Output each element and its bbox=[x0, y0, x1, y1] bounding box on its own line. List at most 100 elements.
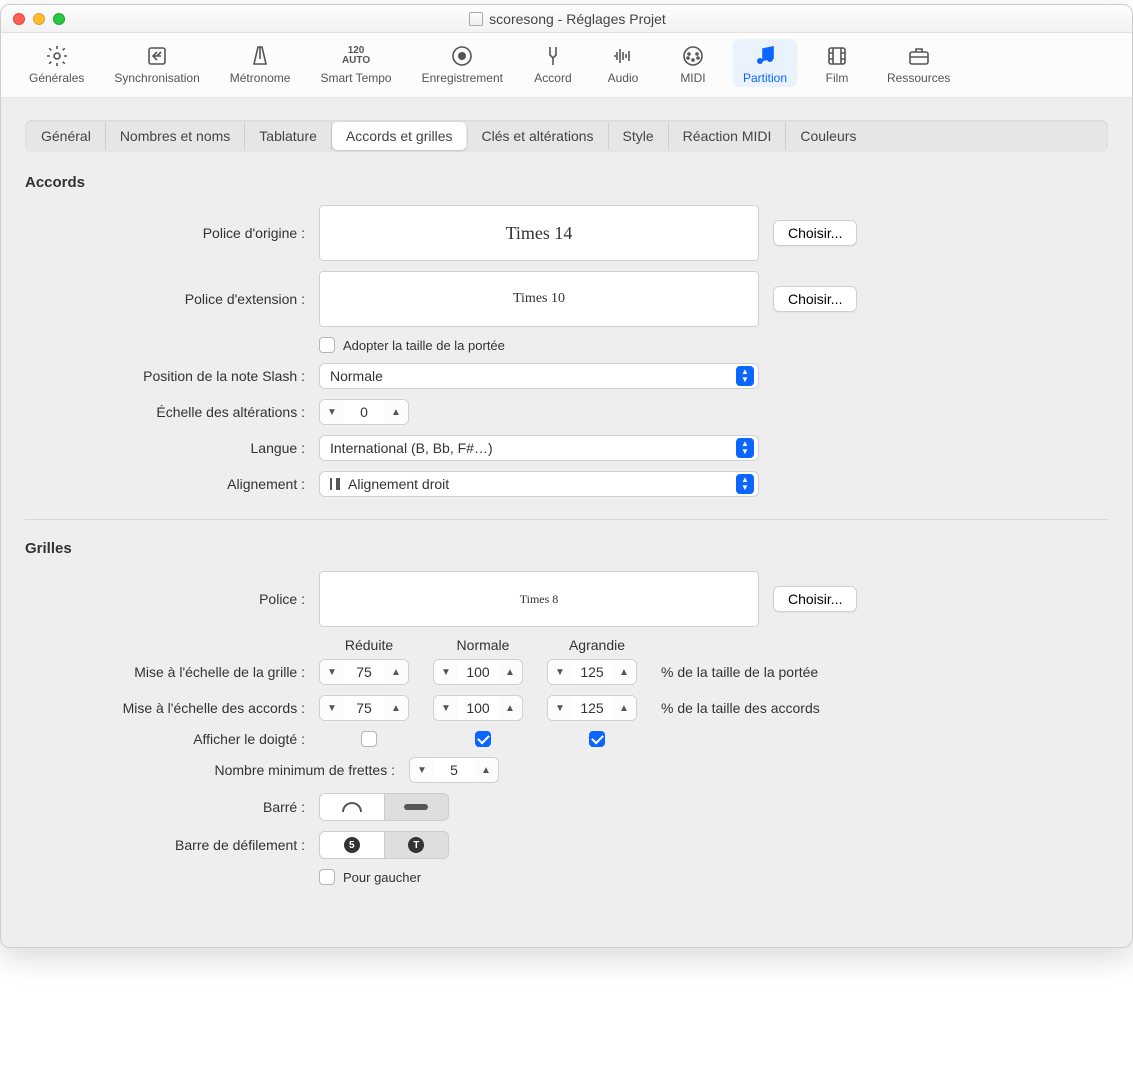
chord-scale-enlarged-stepper[interactable]: ▼125▲ bbox=[547, 695, 637, 721]
toolbar-midi[interactable]: MIDI bbox=[663, 39, 723, 87]
subtab-tablature[interactable]: Tablature bbox=[245, 122, 332, 150]
chord-scale-reduced-stepper[interactable]: ▼75▲ bbox=[319, 695, 409, 721]
thick-bar-icon bbox=[404, 804, 428, 810]
barre-thick-option[interactable] bbox=[384, 794, 449, 820]
grid-font-preview: Times 8 bbox=[319, 571, 759, 627]
fingering-normal-checkbox[interactable] bbox=[475, 731, 491, 747]
label-alteration-scale: Échelle des altérations : bbox=[25, 404, 305, 420]
min-frets-stepper[interactable]: ▼5▲ bbox=[409, 757, 499, 783]
stepper-down-icon[interactable]: ▼ bbox=[320, 400, 344, 424]
section-accords: Accords Police d'origine : Times 14 Choi… bbox=[25, 174, 1108, 497]
align-right-icon bbox=[330, 478, 340, 490]
label-language: Langue : bbox=[25, 440, 305, 456]
toolbar-audio[interactable]: Audio bbox=[593, 39, 653, 87]
lefthanded-label: Pour gaucher bbox=[343, 870, 421, 885]
scrollbar-style-segment[interactable]: 5 T bbox=[319, 831, 449, 859]
section-title-grilles: Grilles bbox=[25, 540, 1108, 557]
col-header-normal: Normale bbox=[433, 637, 533, 653]
label-chord-scale: Mise à l'échelle des accords : bbox=[25, 700, 305, 716]
divider bbox=[25, 519, 1108, 520]
circle-number-icon: 5 bbox=[344, 837, 360, 853]
subtab-style[interactable]: Style bbox=[609, 122, 669, 150]
extension-font-preview: Times 10 bbox=[319, 271, 759, 327]
lefthanded-checkbox[interactable] bbox=[319, 869, 335, 885]
stepper-up-icon[interactable]: ▲ bbox=[384, 400, 408, 424]
circle-thumb-icon: T bbox=[408, 837, 424, 853]
fingering-reduced-checkbox[interactable] bbox=[361, 731, 377, 747]
scrollbar-numeric-option[interactable]: 5 bbox=[320, 832, 384, 858]
grid-scale-enlarged-stepper[interactable]: ▼125▲ bbox=[547, 659, 637, 685]
adopt-staff-size-checkbox[interactable] bbox=[319, 337, 335, 353]
subtab-numbers-names[interactable]: Nombres et noms bbox=[106, 122, 245, 150]
chord-scale-normal-stepper[interactable]: ▼100▲ bbox=[433, 695, 523, 721]
zoom-icon[interactable] bbox=[53, 13, 65, 25]
select-arrows-icon: ▲▼ bbox=[736, 366, 754, 386]
col-header-enlarged: Agrandie bbox=[547, 637, 647, 653]
subtab-midi-reaction[interactable]: Réaction MIDI bbox=[669, 122, 787, 150]
close-icon[interactable] bbox=[13, 13, 25, 25]
window-title: scoresong - Réglages Projet bbox=[65, 11, 1070, 27]
label-min-frets: Nombre minimum de frettes : bbox=[25, 762, 395, 778]
project-settings-window: scoresong - Réglages Projet Générales Sy… bbox=[0, 4, 1133, 948]
toolbar-assets[interactable]: Ressources bbox=[877, 39, 960, 87]
chord-scale-suffix: % de la taille des accords bbox=[661, 700, 1108, 716]
titlebar: scoresong - Réglages Projet bbox=[1, 5, 1132, 33]
tempo-icon: 120 AUTO bbox=[343, 43, 369, 69]
subtab-clefs-accidentals[interactable]: Clés et altérations bbox=[467, 122, 608, 150]
label-grid-font: Police : bbox=[25, 591, 305, 607]
col-header-reduced: Réduite bbox=[319, 637, 419, 653]
choose-origin-font-button[interactable]: Choisir... bbox=[773, 220, 857, 246]
subtabs: Général Nombres et noms Tablature Accord… bbox=[25, 120, 1108, 152]
film-icon bbox=[824, 43, 850, 69]
adopt-staff-size-label: Adopter la taille de la portée bbox=[343, 338, 505, 353]
tuning-fork-icon bbox=[540, 43, 566, 69]
label-show-fingering: Afficher le doigté : bbox=[25, 731, 305, 747]
label-origin-font: Police d'origine : bbox=[25, 225, 305, 241]
toolbar-sync[interactable]: Synchronisation bbox=[104, 39, 209, 87]
minimize-icon[interactable] bbox=[33, 13, 45, 25]
midi-icon bbox=[680, 43, 706, 69]
alignment-select[interactable]: Alignement droit ▲▼ bbox=[319, 471, 759, 497]
label-alignment: Alignement : bbox=[25, 476, 305, 492]
sync-icon bbox=[144, 43, 170, 69]
record-icon bbox=[449, 43, 475, 69]
alteration-scale-stepper[interactable]: ▼ 0 ▲ bbox=[319, 399, 409, 425]
label-barre: Barré : bbox=[25, 799, 305, 815]
toolbar-film[interactable]: Film bbox=[807, 39, 867, 87]
grid-scale-reduced-stepper[interactable]: ▼75▲ bbox=[319, 659, 409, 685]
barre-style-segment[interactable] bbox=[319, 793, 449, 821]
toolbar-tuning[interactable]: Accord bbox=[523, 39, 583, 87]
toolbar-recording[interactable]: Enregistrement bbox=[412, 39, 513, 87]
choose-grid-font-button[interactable]: Choisir... bbox=[773, 586, 857, 612]
toolbar-smarttempo[interactable]: 120 AUTO Smart Tempo bbox=[310, 39, 401, 87]
main-toolbar: Générales Synchronisation Métronome 120 … bbox=[1, 33, 1132, 98]
metronome-icon bbox=[247, 43, 273, 69]
grid-scale-normal-stepper[interactable]: ▼100▲ bbox=[433, 659, 523, 685]
subtab-general[interactable]: Général bbox=[27, 122, 106, 150]
scrollbar-thumb-option[interactable]: T bbox=[384, 832, 449, 858]
section-grilles: Grilles Police : Times 8 Choisir... Rédu… bbox=[25, 540, 1108, 885]
origin-font-preview: Times 14 bbox=[319, 205, 759, 261]
arc-icon bbox=[342, 802, 362, 812]
label-slash-position: Position de la note Slash : bbox=[25, 368, 305, 384]
barre-arc-option[interactable] bbox=[320, 794, 384, 820]
language-select[interactable]: International (B, Bb, F#…) ▲▼ bbox=[319, 435, 759, 461]
toolbar-score[interactable]: Partition bbox=[733, 39, 797, 87]
grid-scale-suffix: % de la taille de la portée bbox=[661, 664, 1108, 680]
score-icon bbox=[752, 43, 778, 69]
choose-extension-font-button[interactable]: Choisir... bbox=[773, 286, 857, 312]
label-scrollbar: Barre de défilement : bbox=[25, 837, 305, 853]
toolbar-metronome[interactable]: Métronome bbox=[220, 39, 301, 87]
toolbar-general[interactable]: Générales bbox=[19, 39, 94, 87]
briefcase-icon bbox=[906, 43, 932, 69]
subtab-chords-grids[interactable]: Accords et grilles bbox=[332, 122, 468, 150]
content-area: Général Nombres et noms Tablature Accord… bbox=[1, 98, 1132, 947]
fingering-enlarged-checkbox[interactable] bbox=[589, 731, 605, 747]
section-title-accords: Accords bbox=[25, 174, 1108, 191]
waveform-icon bbox=[610, 43, 636, 69]
document-icon bbox=[469, 12, 483, 26]
window-title-text: scoresong - Réglages Projet bbox=[489, 11, 666, 27]
slash-position-select[interactable]: Normale ▲▼ bbox=[319, 363, 759, 389]
traffic-lights bbox=[13, 13, 65, 25]
subtab-colors[interactable]: Couleurs bbox=[786, 122, 870, 150]
